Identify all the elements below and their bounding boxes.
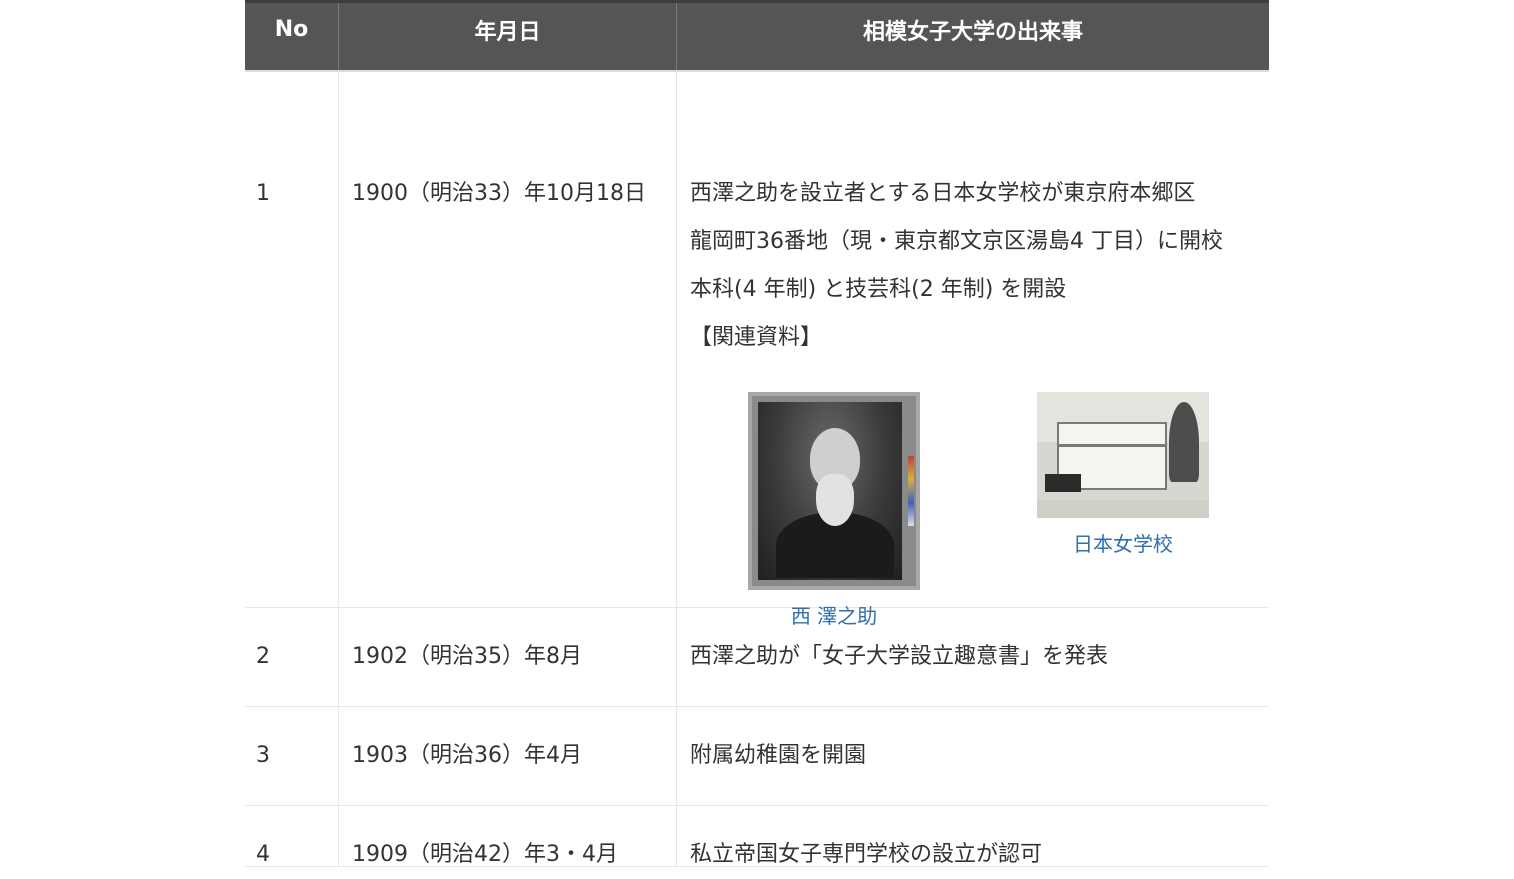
event-line: 本科(4 年制) と技芸科(2 年制) を開設 xyxy=(690,277,1067,302)
row-event: 附属幼稚園を開園 xyxy=(690,743,867,768)
event-line: 龍岡町36番地（現・東京都文京区湯島4 丁目）に開校 xyxy=(690,229,1223,254)
row-date: 1902（明治35）年8月 xyxy=(339,608,677,706)
row-no: 2 xyxy=(245,608,339,706)
portrait-caption-link[interactable]: 西 澤之助 xyxy=(748,602,920,630)
related-materials-label: 【関連資料】 xyxy=(690,325,823,350)
school-caption-link[interactable]: 日本女学校 xyxy=(1037,530,1209,558)
header-event: 相模女子大学の出来事 xyxy=(862,19,1083,45)
related-materials: 西 澤之助 日本女学校 xyxy=(690,362,1269,652)
row-event: 西澤之助を設立者とする日本女学校が東京府本郷区 龍岡町36番地（現・東京都文京区… xyxy=(677,72,1269,628)
material-portrait[interactable]: 西 澤之助 xyxy=(748,392,920,630)
table-row: 1 1900（明治33）年10月18日 西澤之助を設立者とする日本女学校が東京府… xyxy=(245,72,1269,628)
row-no: 4 xyxy=(245,806,339,867)
table-row: 4 1909（明治42）年3・4月 私立帝国女子専門学校の設立が認可 xyxy=(245,806,1269,867)
row-date: 1909（明治42）年3・4月 xyxy=(339,806,677,867)
header-no: No xyxy=(245,3,339,70)
material-school[interactable]: 日本女学校 xyxy=(1037,392,1209,558)
row-date: 1903（明治36）年4月 xyxy=(339,707,677,805)
history-table: No 年月日 相模女子大学の出来事 1 1900（明治33）年10月18日 西澤… xyxy=(245,0,1269,867)
table-header: No 年月日 相模女子大学の出来事 xyxy=(245,0,1269,72)
row-date: 1900（明治33）年10月18日 xyxy=(339,72,677,607)
table-row: 3 1903（明治36）年4月 附属幼稚園を開園 xyxy=(245,707,1269,806)
school-building-photo[interactable] xyxy=(1037,392,1209,518)
row-no: 1 xyxy=(245,72,339,607)
row-no: 3 xyxy=(245,707,339,805)
event-line: 西澤之助を設立者とする日本女学校が東京府本郷区 xyxy=(690,181,1196,206)
header-date: 年月日 xyxy=(339,3,677,70)
portrait-photo[interactable] xyxy=(748,392,920,590)
row-event: 私立帝国女子専門学校の設立が認可 xyxy=(690,842,1043,867)
